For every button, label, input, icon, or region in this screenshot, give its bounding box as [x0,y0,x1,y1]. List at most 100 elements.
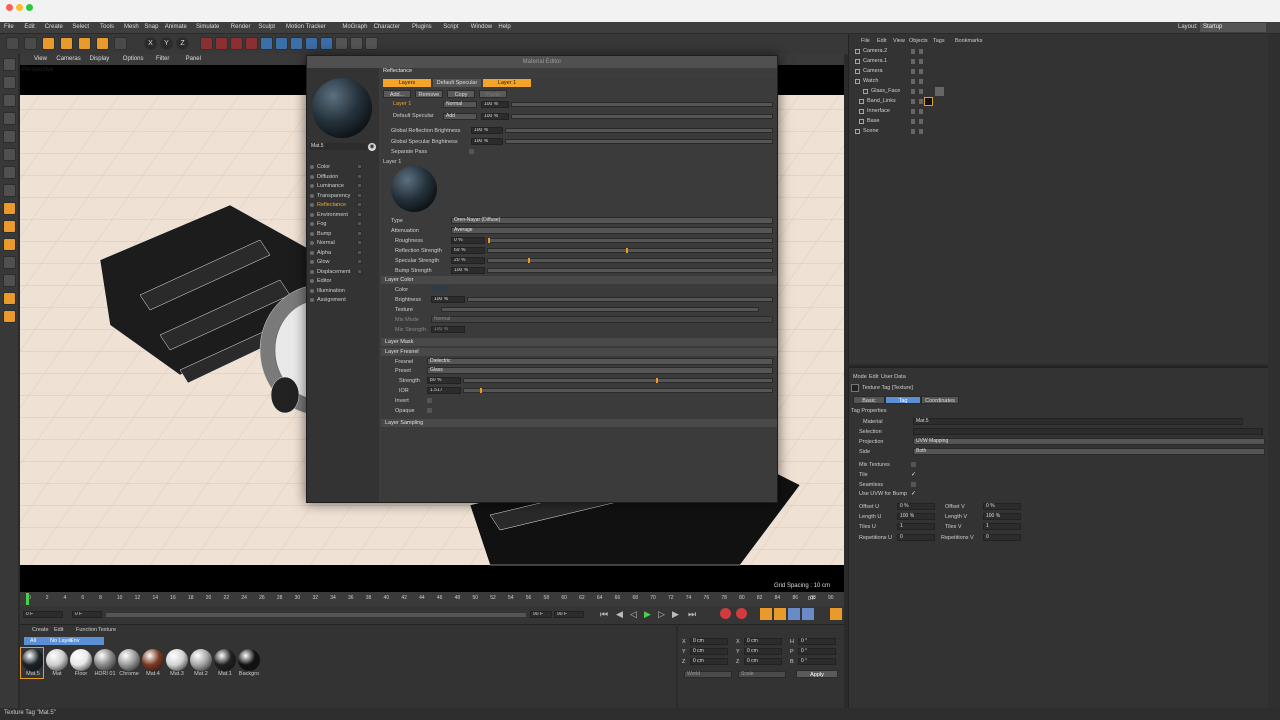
layer-tab-layers[interactable]: Layers [383,79,431,87]
attr-edit-menu[interactable]: Edit [869,374,878,380]
close-window-button[interactable] [6,4,13,11]
channel-alpha[interactable]: Alpha [317,250,331,256]
redo-icon[interactable] [24,37,37,50]
autokey-icon[interactable] [736,608,747,619]
color-swatch[interactable] [431,286,449,292]
menu-mograph[interactable]: MoGraph [342,24,367,30]
layer-add-button[interactable]: Add... [383,90,411,98]
menu-character[interactable]: Character [374,24,400,30]
pen-icon[interactable] [275,37,288,50]
render-picture-viewer-icon[interactable] [230,37,243,50]
axis-x-button[interactable]: X [144,37,157,50]
channel-luminance[interactable]: Luminance [317,183,344,189]
layer-mask-section[interactable]: Layer Mask [381,338,777,346]
om-menu-edit[interactable]: Edit [877,38,886,44]
offset-v-field[interactable]: 0 % [983,503,1021,510]
object-row[interactable]: Camera.2 [855,47,1265,56]
axis-z-button[interactable]: Z [176,37,189,50]
specular-strength-field[interactable]: 20 % [451,257,485,264]
channel-reflectance[interactable]: Reflectance [317,202,346,208]
material-swatch[interactable] [70,649,92,671]
global-specular-slider[interactable] [505,139,773,144]
projection-dropdown[interactable]: UVW Mapping [913,438,1265,445]
seamless-checkbox[interactable] [911,482,916,487]
material-preview-sphere[interactable] [312,78,372,138]
layer-color-section[interactable]: Layer Color [381,276,777,284]
ior-field[interactable]: 1.517 [427,387,461,394]
material-swatch[interactable] [238,649,260,671]
visibility-dots[interactable] [911,89,925,94]
channel-enable-checkbox[interactable] [357,240,362,245]
menu-motion-tracker[interactable]: Motion Tracker [286,24,326,30]
global-reflection-field[interactable]: 100 % [471,127,503,134]
coord-size-field[interactable]: 0 cm [744,648,782,655]
mix-strength-field[interactable]: 100 % [431,326,465,333]
type-dropdown[interactable]: Oren-Nayar (Diffuse) [451,217,773,224]
reflection-strength-field[interactable]: 69 % [451,247,485,254]
workplane-icon[interactable] [3,112,16,125]
coord-world-dropdown[interactable]: World [684,671,732,678]
polygons-mode-icon[interactable] [3,166,16,179]
layer-opacity-field[interactable]: 100 % [481,101,509,108]
om-menu-bookmarks[interactable]: Bookmarks [955,38,983,44]
viewport-menu-view[interactable]: View [34,56,47,62]
layer-preview-sphere[interactable] [391,166,437,212]
menu-file[interactable]: File [4,24,14,30]
menu-plugins[interactable]: Plugins [412,24,432,30]
material-swatch[interactable] [94,649,116,671]
texture-tag-checker[interactable] [935,87,944,96]
roughness-field[interactable]: 0 % [451,237,485,244]
visibility-dots[interactable] [911,119,925,124]
material-swatch[interactable] [166,649,188,671]
material-filter-env[interactable]: Env [70,638,79,644]
coord-size-field[interactable]: 0 cm [744,638,782,645]
object-name[interactable]: Camera.1 [863,57,887,66]
viewport-menu-cameras[interactable]: Cameras [56,56,80,62]
object-row[interactable]: Glass_Face [855,87,1265,96]
end-frame-field[interactable]: 90 F [530,611,552,618]
tiles-u-field[interactable]: 1 [897,523,935,530]
channel-enable-checkbox[interactable] [357,211,362,217]
tiles-v-field[interactable]: 1 [983,523,1021,530]
cube-icon[interactable] [260,37,273,50]
ior-slider-knob[interactable] [480,388,482,393]
make-editable-icon[interactable] [3,58,16,71]
paint-icon[interactable] [3,274,16,287]
edges-mode-icon[interactable] [3,148,16,161]
object-row[interactable]: Camera [855,67,1265,76]
coord-pos-field[interactable]: 0 cm [690,638,728,645]
menu-render[interactable]: Render [231,24,251,30]
layer-remove-button[interactable]: Remove [415,90,443,98]
play-icon[interactable]: ▶ [644,609,651,620]
grid-icon[interactable] [3,292,16,305]
menu-tools[interactable]: Tools [100,24,114,30]
object-name[interactable]: Glass_Face [871,87,900,96]
channel-editor[interactable]: Editor [317,278,331,284]
attenuation-dropdown[interactable]: Average [451,227,773,234]
channel-enable-checkbox[interactable] [357,202,362,207]
coord-pos-field[interactable]: 0 cm [690,648,728,655]
go-start-icon[interactable]: ⏮ [600,609,608,620]
om-menu-view[interactable]: View [893,38,905,44]
object-row[interactable]: Innerface [855,107,1265,116]
attr-userdata-menu[interactable]: User Data [881,374,906,380]
channel-enable-checkbox[interactable] [357,183,362,188]
menu-help[interactable]: Help [498,24,510,30]
channel-enable-checkbox[interactable] [357,230,362,236]
zoom-window-button[interactable] [26,4,33,11]
channel-enable-checkbox[interactable] [357,249,362,255]
material-filter-no-layer[interactable]: No Layer [50,638,72,644]
specular-strength-slider[interactable] [487,258,773,263]
preset-dropdown[interactable]: Glass [427,367,773,374]
visibility-dots[interactable] [911,79,925,84]
roughness-slider[interactable] [487,238,773,243]
object-name[interactable]: Camera [863,67,883,76]
material-filter-all[interactable]: All [30,638,36,644]
viewport-menu-options[interactable]: Options [123,56,144,62]
material-name-field[interactable]: Mat.5 [309,143,367,150]
om-menu-file[interactable]: File [861,38,870,44]
material-swatch[interactable] [214,649,236,671]
array-icon[interactable] [305,37,318,50]
channel-enable-checkbox[interactable] [357,268,362,274]
material-field[interactable]: Mat.5 [913,418,1243,425]
